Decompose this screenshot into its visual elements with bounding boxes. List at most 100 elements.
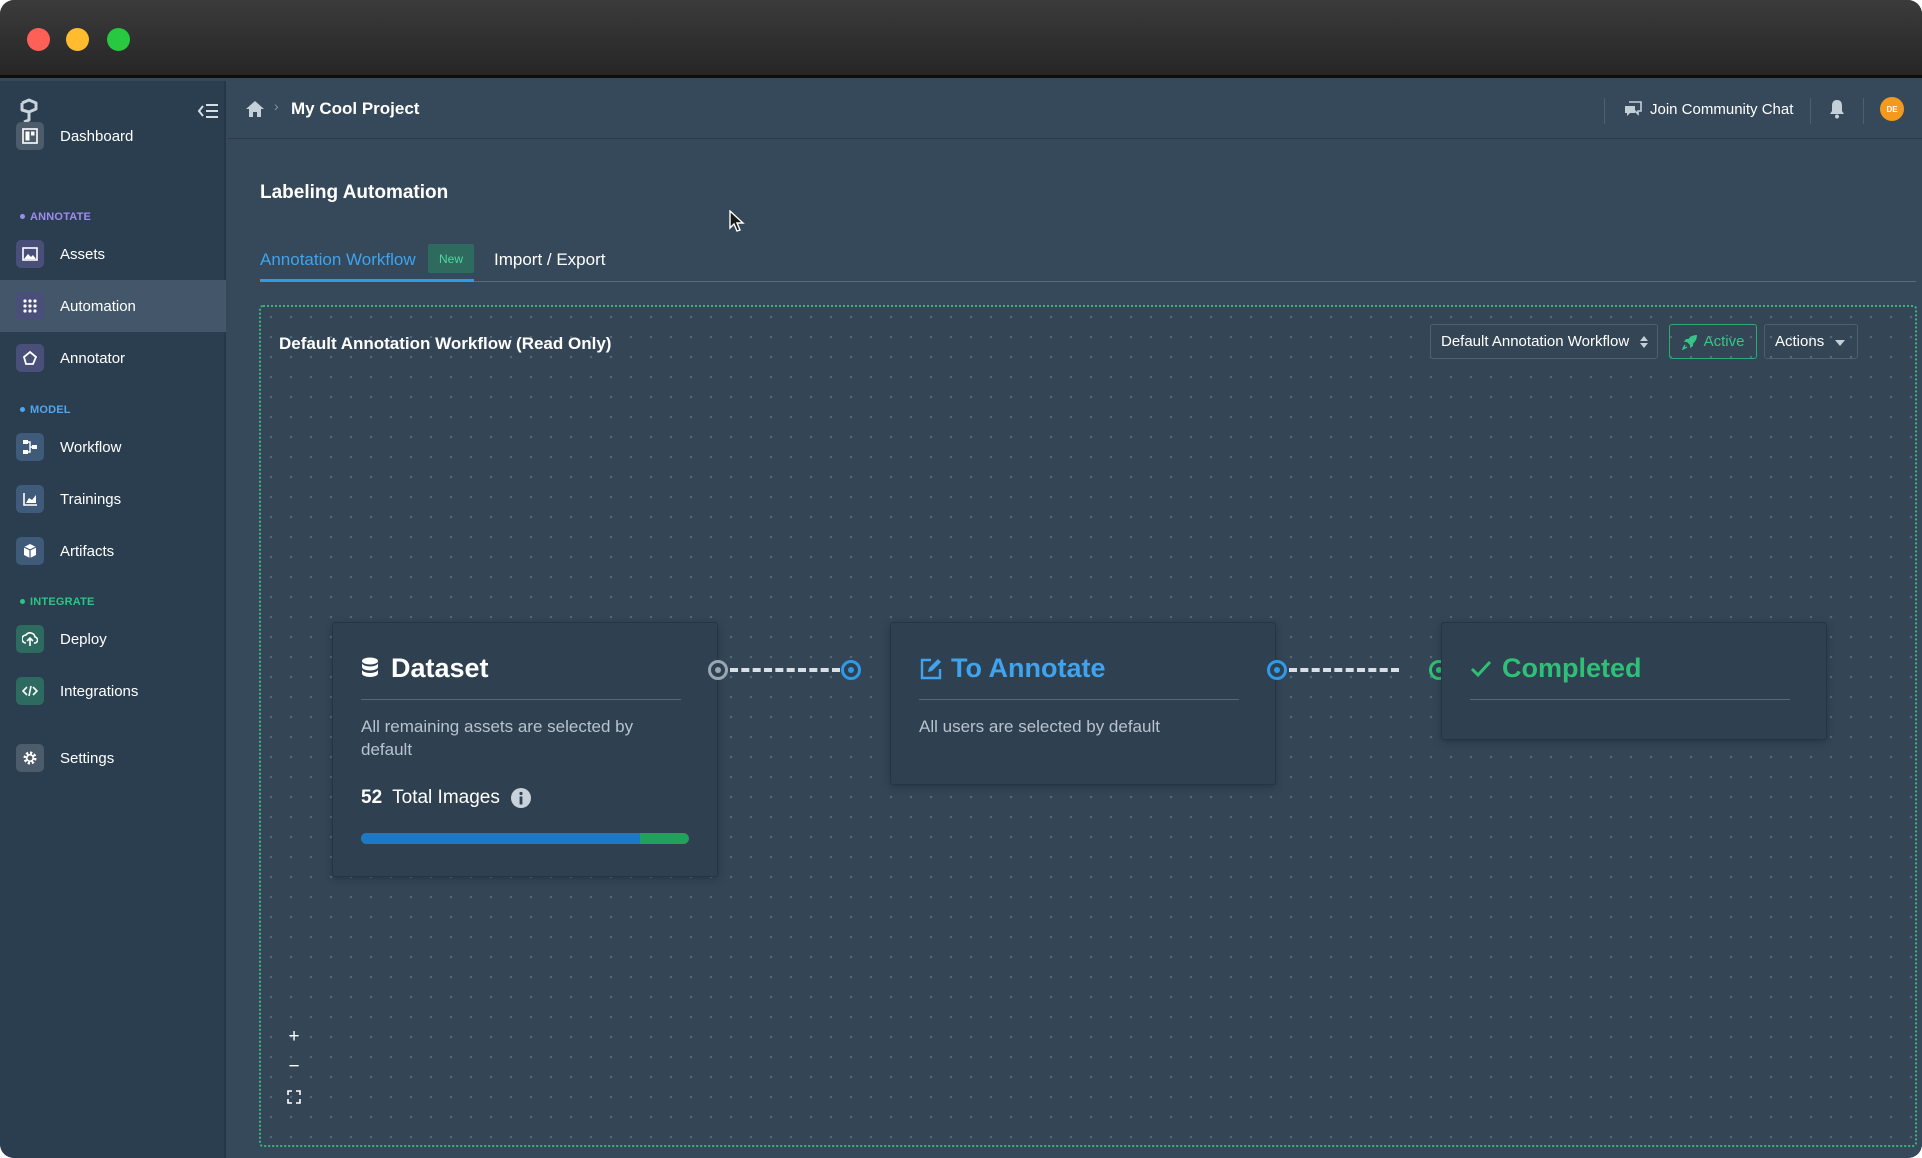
- workflow-icon: [16, 433, 44, 461]
- chat-icon: [1625, 101, 1642, 116]
- sidebar: Dashboard ANNOTATE Assets Automation Ann…: [0, 81, 226, 1158]
- breadcrumb-separator: ›: [274, 98, 279, 114]
- workflow-canvas[interactable]: Default Annotation Workflow (Read Only) …: [259, 305, 1917, 1147]
- join-community-chat-button[interactable]: Join Community Chat: [1624, 96, 1793, 122]
- check-icon: [1470, 660, 1492, 677]
- to-annotate-description: All users are selected by default: [919, 717, 1160, 736]
- completed-title-text: Completed: [1502, 653, 1642, 683]
- node-divider: [361, 699, 681, 700]
- sidebar-item-workflow[interactable]: Workflow: [0, 421, 226, 473]
- node-divider: [1470, 699, 1790, 700]
- workflow-select[interactable]: Default Annotation Workflow: [1430, 324, 1658, 359]
- dashboard-icon: [16, 122, 44, 150]
- to-annotate-title-text: To Annotate: [951, 653, 1106, 683]
- user-avatar[interactable]: DE: [1880, 97, 1904, 121]
- dataset-output-port[interactable]: [708, 660, 728, 680]
- dataset-progress-bar: [361, 833, 689, 844]
- section-label-annotate: ANNOTATE: [20, 211, 91, 223]
- breadcrumb-project-name[interactable]: My Cool Project: [291, 99, 419, 119]
- dataset-title-text: Dataset: [391, 653, 489, 683]
- active-status-label: Active: [1703, 333, 1745, 350]
- section-label-text: MODEL: [30, 404, 71, 416]
- active-status-button[interactable]: Active: [1669, 324, 1757, 359]
- title-bar: [0, 0, 1922, 78]
- rocket-icon: [1681, 334, 1697, 350]
- caret-down-icon: [1835, 340, 1845, 346]
- total-images-row: 52 Total Images: [361, 787, 532, 809]
- join-community-chat-label: Join Community Chat: [1650, 100, 1794, 118]
- zoom-in-button[interactable]: +: [280, 1024, 308, 1050]
- new-badge: New: [428, 244, 474, 273]
- connector-dataset-to-annotate: [730, 668, 840, 672]
- to-annotate-output-port[interactable]: [1267, 660, 1287, 680]
- section-dot: [20, 213, 25, 219]
- sidebar-item-label: Workflow: [60, 438, 122, 456]
- sidebar-item-label: Trainings: [60, 490, 122, 508]
- to-annotate-node-title: To Annotate: [919, 653, 1105, 684]
- to-annotate-input-port[interactable]: [841, 660, 861, 680]
- mouse-cursor-icon: [729, 210, 745, 232]
- section-dot: [20, 598, 25, 604]
- divider: [1604, 98, 1605, 124]
- sidebar-item-label: Integrations: [60, 682, 139, 700]
- image-icon: [16, 240, 44, 268]
- sidebar-item-label: Assets: [60, 245, 106, 263]
- sidebar-item-trainings[interactable]: Trainings: [0, 473, 226, 525]
- total-images-count: 52: [361, 787, 383, 808]
- info-icon[interactable]: [510, 787, 532, 809]
- divider: [1810, 98, 1811, 124]
- sidebar-item-label: Dashboard: [60, 127, 134, 145]
- bell-icon[interactable]: [1827, 98, 1847, 120]
- edit-icon: [920, 658, 942, 679]
- fit-view-button[interactable]: [280, 1084, 308, 1110]
- tabs-divider: [260, 281, 1916, 282]
- active-tab-indicator: [260, 279, 474, 282]
- sidebar-item-label: Annotator: [60, 349, 126, 367]
- node-divider: [919, 699, 1239, 700]
- actions-dropdown-button[interactable]: Actions: [1764, 324, 1858, 359]
- divider: [1863, 98, 1864, 124]
- completed-node-title: Completed: [1470, 653, 1642, 684]
- top-bar: › My Cool Project Join Community Chat DE: [228, 81, 1922, 139]
- polygon-icon: [16, 344, 44, 372]
- workflow-title: Default Annotation Workflow (Read Only): [279, 334, 612, 353]
- sidebar-item-artifacts[interactable]: Artifacts: [0, 525, 226, 577]
- tab-annotation-workflow[interactable]: Annotation Workflow: [260, 250, 416, 270]
- sidebar-item-deploy[interactable]: Deploy: [0, 613, 226, 665]
- sidebar-item-annotator[interactable]: Annotator: [0, 332, 226, 384]
- fit-view-icon: [287, 1090, 301, 1104]
- section-label-text: INTEGRATE: [30, 596, 95, 608]
- app-window: Dashboard ANNOTATE Assets Automation Ann…: [0, 0, 1922, 1158]
- sidebar-item-integrations[interactable]: Integrations: [0, 665, 226, 717]
- sidebar-item-dashboard[interactable]: Dashboard: [0, 110, 226, 162]
- main-content: Labeling Automation Annotation Workflow …: [228, 140, 1922, 1158]
- home-icon[interactable]: [244, 99, 266, 119]
- dataset-node-title: Dataset: [361, 653, 489, 684]
- close-window-button[interactable]: [27, 28, 50, 51]
- zoom-out-button[interactable]: −: [280, 1054, 308, 1080]
- section-label-text: ANNOTATE: [30, 211, 92, 223]
- code-icon: [16, 677, 44, 705]
- section-label-integrate: INTEGRATE: [20, 596, 95, 608]
- chart-icon: [16, 485, 44, 513]
- connector-annotate-to-completed: [1289, 668, 1399, 672]
- sidebar-item-settings[interactable]: Settings: [0, 732, 226, 784]
- cloud-upload-icon: [16, 625, 44, 653]
- minimize-window-button[interactable]: [66, 28, 89, 51]
- total-images-label: Total Images: [392, 787, 500, 808]
- grid-dots-icon: [16, 292, 44, 320]
- maximize-window-button[interactable]: [107, 28, 130, 51]
- page-title: Labeling Automation: [260, 182, 449, 203]
- to-annotate-node[interactable]: To Annotate All users are selected by de…: [890, 622, 1276, 785]
- sidebar-item-automation[interactable]: Automation: [0, 280, 226, 332]
- completed-node[interactable]: Completed: [1441, 622, 1827, 740]
- tab-import-export[interactable]: Import / Export: [494, 250, 605, 270]
- gear-icon: [16, 744, 44, 772]
- sidebar-item-label: Automation: [60, 297, 136, 315]
- dataset-progress-fill: [361, 833, 640, 844]
- workflow-select-value: Default Annotation Workflow: [1441, 333, 1630, 350]
- dataset-node[interactable]: Dataset All remaining assets are selecte…: [332, 622, 718, 877]
- section-label-model: MODEL: [20, 404, 71, 416]
- section-dot: [20, 406, 25, 412]
- sidebar-item-assets[interactable]: Assets: [0, 228, 226, 280]
